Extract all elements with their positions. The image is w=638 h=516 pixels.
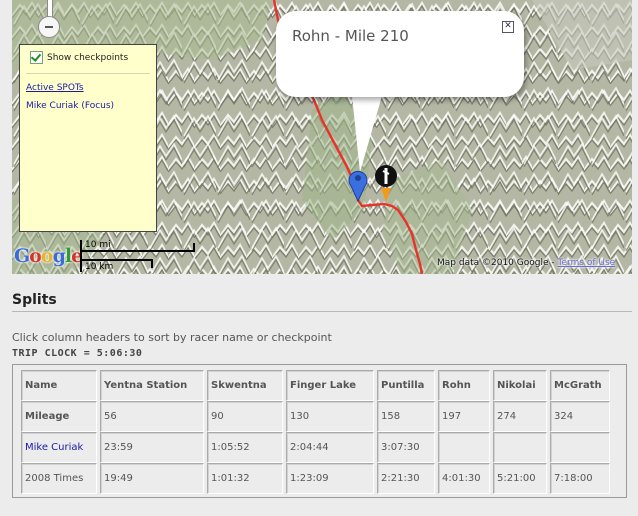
table-row: Mike Curiak 23:59 1:05:52 2:04:44 3:07:3… <box>21 432 610 463</box>
logo-letter: g <box>52 245 66 267</box>
close-icon[interactable]: ✕ <box>502 21 514 33</box>
column-header-yentna[interactable]: Yentna Station <box>100 370 204 401</box>
table-cell: 5:21:00 <box>493 463 547 494</box>
splits-table-container: Name Yentna Station Skwentna Finger Lake… <box>12 364 627 498</box>
scale-bar: 10 mi 10 km <box>80 240 200 272</box>
table-cell <box>550 432 610 463</box>
terms-of-use-link[interactable]: Terms of Use <box>557 258 615 268</box>
racer-name-link[interactable]: Mike Curiak <box>21 432 97 463</box>
table-row: 2008 Times 19:49 1:01:32 1:23:09 2:21:30… <box>21 463 610 494</box>
table-row: Mileage 56 90 130 158 197 274 324 <box>21 401 610 432</box>
table-cell: 90 <box>207 401 283 432</box>
checkbox-checked-icon[interactable] <box>30 51 43 64</box>
table-cell: 23:59 <box>100 432 204 463</box>
table-cell: 130 <box>286 401 374 432</box>
map-view[interactable]: Show checkpoints Active SPOTs Mike Curia… <box>12 0 632 274</box>
zoom-slider[interactable] <box>38 0 60 40</box>
table-cell: 2:04:44 <box>286 432 374 463</box>
checkpoint-marker-icon[interactable] <box>348 168 368 202</box>
table-cell: 56 <box>100 401 204 432</box>
table-cell: 4:01:30 <box>438 463 490 494</box>
zoom-out-button[interactable] <box>38 16 60 38</box>
table-cell: 1:05:52 <box>207 432 283 463</box>
table-cell: 1:23:09 <box>286 463 374 494</box>
racer-focus-link[interactable]: Mike Curiak (Focus) <box>26 101 114 111</box>
splits-divider <box>12 311 632 312</box>
sort-instructions: Click column headers to sort by racer na… <box>12 331 332 344</box>
column-header-puntilla[interactable]: Puntilla <box>377 370 435 401</box>
table-cell <box>438 432 490 463</box>
row-label-2008-times: 2008 Times <box>21 463 97 494</box>
logo-letter: o <box>29 245 42 267</box>
map-data-text: Map data ©2010 Google - <box>437 258 555 268</box>
google-logo[interactable]: Google <box>14 245 83 267</box>
show-checkpoints-label: Show checkpoints <box>47 52 129 63</box>
racer-marker-icon[interactable] <box>374 164 398 204</box>
splits-heading: Splits <box>12 292 57 308</box>
map-credit: Map data ©2010 Google - Terms of Use <box>437 258 615 268</box>
info-popup: Rohn - Mile 210 ✕ <box>276 11 524 97</box>
column-header-mcgrath[interactable]: McGrath <box>550 370 610 401</box>
popup-title: Rohn - Mile 210 <box>292 27 409 45</box>
table-cell: 324 <box>550 401 610 432</box>
map-control-panel: Show checkpoints Active SPOTs Mike Curia… <box>19 44 157 232</box>
table-cell: 19:49 <box>100 463 204 494</box>
table-cell: 274 <box>493 401 547 432</box>
logo-letter: o <box>40 245 54 267</box>
table-cell: 1:01:32 <box>207 463 283 494</box>
table-cell: 2:21:30 <box>377 463 435 494</box>
column-header-name[interactable]: Name <box>21 370 97 401</box>
column-header-rohn[interactable]: Rohn <box>438 370 490 401</box>
column-header-nikolai[interactable]: Nikolai <box>493 370 547 401</box>
column-header-skwentna[interactable]: Skwentna <box>207 370 283 401</box>
popup-tail <box>352 96 382 172</box>
table-cell: 197 <box>438 401 490 432</box>
logo-letter: G <box>14 245 30 267</box>
panel-divider <box>26 73 150 74</box>
row-label-mileage: Mileage <box>21 401 97 432</box>
show-checkpoints-toggle[interactable]: Show checkpoints <box>30 51 128 64</box>
active-spots-link[interactable]: Active SPOTs <box>26 83 84 93</box>
scale-kilometers: 10 km <box>85 262 114 272</box>
column-header-finger-lake[interactable]: Finger Lake <box>286 370 374 401</box>
splits-table: Name Yentna Station Skwentna Finger Lake… <box>18 370 613 494</box>
table-header-row: Name Yentna Station Skwentna Finger Lake… <box>21 370 610 401</box>
table-cell <box>493 432 547 463</box>
table-cell: 3:07:30 <box>377 432 435 463</box>
scale-miles: 10 mi <box>85 240 111 250</box>
table-cell: 158 <box>377 401 435 432</box>
table-cell: 7:18:00 <box>550 463 610 494</box>
trip-clock: TRIP CLOCK = 5:06:30 <box>12 348 143 359</box>
